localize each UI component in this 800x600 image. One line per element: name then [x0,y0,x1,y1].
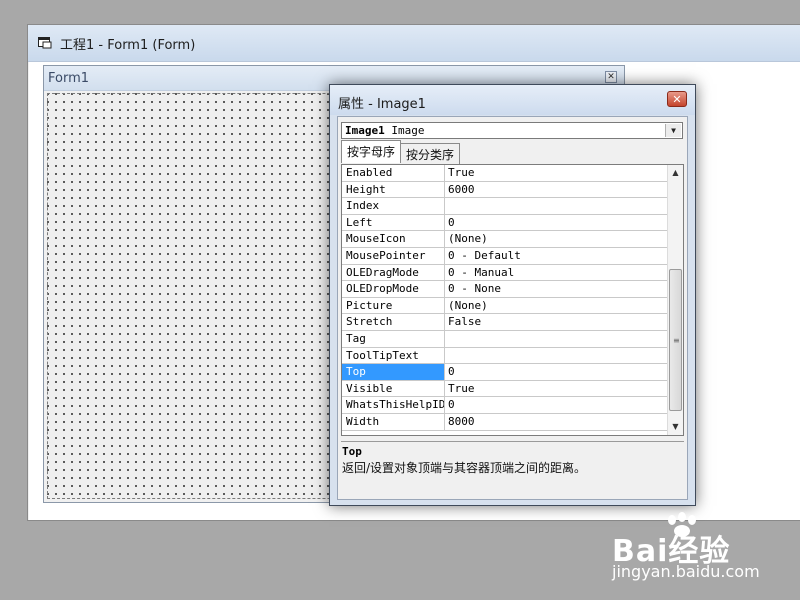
object-type: Image [391,124,425,137]
property-row[interactable]: Stretch False [342,314,668,331]
property-name[interactable]: Index [342,198,445,214]
chevron-down-icon[interactable]: ▼ [665,124,681,137]
property-row[interactable]: Tag [342,330,668,348]
property-row[interactable]: Top 0 [342,364,668,381]
object-selector[interactable]: Image1 Image ▼ [341,122,683,139]
description-title: Top [342,445,362,458]
properties-title: 属性 - Image1 [338,97,426,112]
project-window-titlebar[interactable]: 工程1 - Form1 (Form) [28,25,800,62]
property-row[interactable]: OLEDragMode 0 - Manual [342,264,668,282]
property-row[interactable]: Enabled True [342,165,668,182]
property-row[interactable]: OLEDropMode 0 - None [342,281,668,298]
property-row[interactable]: WhatsThisHelpID 0 [342,397,668,414]
property-value[interactable]: 8000 [445,414,475,430]
tab-categorized[interactable]: 按分类序 [401,143,461,164]
property-name[interactable]: Height [342,181,445,198]
tab-alphabetic[interactable]: 按字母序 [341,140,402,163]
property-value[interactable]: 0 - None [445,281,501,297]
form1-close-button[interactable]: ✕ [605,71,617,83]
property-row[interactable]: Index [342,198,668,215]
baidu-jingyan-watermark: Bai经验 jingyan.baidu.com [600,512,795,592]
property-value[interactable]: 0 - Default [445,248,521,264]
watermark-url: jingyan.baidu.com [612,562,760,581]
property-value[interactable]: (None) [445,231,488,247]
property-name[interactable]: Visible [342,380,445,397]
property-name[interactable]: WhatsThisHelpID [342,397,445,413]
property-name[interactable]: OLEDragMode [342,264,445,281]
property-value[interactable]: True [445,381,475,397]
form-window-icon [38,37,52,49]
scroll-up-icon[interactable]: ▲ [668,165,683,181]
project-window-title: 工程1 - Form1 (Form) [60,37,196,53]
property-row[interactable]: Picture (None) [342,297,668,315]
property-name[interactable]: Width [342,413,445,430]
properties-panel: Image1 Image ▼ 按字母序 按分类序 Enabled True Heig… [337,116,688,500]
description-text: 返回/设置对象顶端与其容器顶端之间的距离。 [342,461,587,475]
property-name[interactable]: ToolTipText [342,347,445,364]
property-name[interactable]: OLEDropMode [342,281,445,297]
form1-title: Form1 [48,70,90,86]
property-value[interactable]: 0 - Manual [445,265,514,281]
property-value[interactable]: True [445,165,475,181]
grip-icon: ≡ [673,336,680,345]
property-value[interactable]: (None) [445,298,488,314]
property-row[interactable]: ToolTipText [342,347,668,365]
property-row[interactable]: Left 0 [342,214,668,232]
close-icon: ✕ [607,72,615,82]
property-grid: Enabled True Height 6000 Index Left 0 MouseIcon… [341,164,684,436]
property-row[interactable]: MouseIcon (None) [342,231,668,248]
property-rows: Enabled True Height 6000 Index Left 0 MouseIcon… [342,165,668,431]
property-value[interactable] [445,331,448,347]
property-name[interactable]: Picture [342,297,445,314]
property-value[interactable]: 0 [445,215,455,231]
property-name[interactable]: Left [342,214,445,231]
properties-tabs: 按字母序 按分类序 [341,140,461,164]
property-name[interactable]: Stretch [342,314,445,330]
property-value[interactable]: 0 [445,397,455,413]
property-value[interactable]: 0 [445,364,455,380]
scroll-down-icon[interactable]: ▼ [668,419,683,435]
property-name[interactable]: MouseIcon [342,231,445,247]
properties-close-button[interactable]: ✕ [667,91,687,107]
scrollbar-thumb[interactable]: ≡ [669,269,682,411]
property-row[interactable]: Visible True [342,380,668,398]
property-value[interactable] [445,198,448,214]
close-icon: ✕ [672,93,682,106]
property-description: Top 返回/设置对象顶端与其容器顶端之间的距离。 [341,441,684,496]
property-name[interactable]: MousePointer [342,247,445,264]
property-row[interactable]: MousePointer 0 - Default [342,247,668,265]
property-row[interactable]: Width 8000 [342,413,668,431]
property-row[interactable]: Height 6000 [342,181,668,199]
object-name: Image1 [345,124,385,137]
property-grid-scrollbar[interactable]: ▲ ≡ ▼ [667,165,683,435]
property-name[interactable]: Tag [342,330,445,347]
properties-window: 属性 - Image1 ✕ Image1 Image ▼ 按字母序 按分类序 E… [329,84,696,506]
property-name[interactable]: Enabled [342,165,445,181]
property-value[interactable] [445,348,448,364]
properties-titlebar[interactable]: 属性 - Image1 ✕ [330,85,695,115]
property-value[interactable]: False [445,314,481,330]
property-value[interactable]: 6000 [445,182,475,198]
property-name[interactable]: Top [342,364,445,380]
